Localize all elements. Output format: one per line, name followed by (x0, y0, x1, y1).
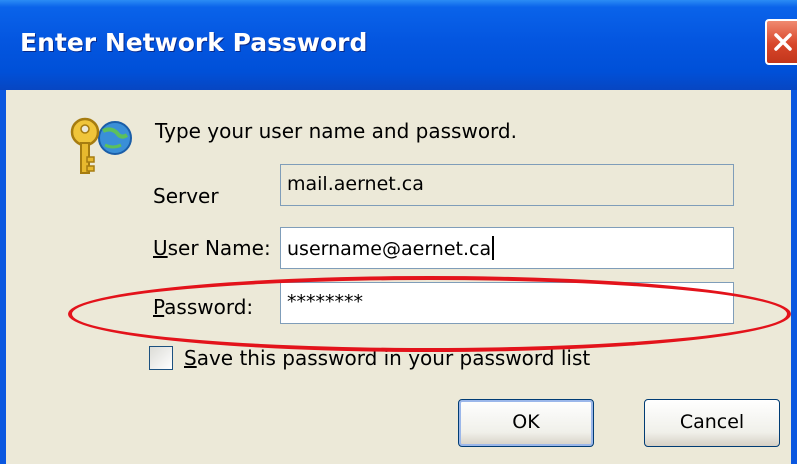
close-button[interactable] (765, 19, 797, 65)
password-label: Password: (153, 295, 254, 319)
dialog-body: Type your user name and password. Server… (6, 90, 791, 464)
username-input[interactable]: username@aernet.ca (280, 227, 734, 269)
key-globe-icon (70, 117, 132, 174)
cancel-button[interactable]: Cancel (644, 399, 780, 447)
text-caret (492, 236, 495, 260)
title-bar[interactable]: Enter Network Password (0, 0, 797, 90)
window-title: Enter Network Password (20, 28, 368, 57)
server-field: mail.aernet.ca (280, 164, 734, 206)
server-label: Server (153, 184, 219, 208)
save-password-label[interactable]: Save this password in your password list (184, 346, 590, 370)
prompt-text: Type your user name and password. (155, 119, 517, 143)
password-value: ******** (287, 291, 363, 313)
username-value: username@aernet.ca (287, 238, 492, 260)
ok-button[interactable]: OK (458, 399, 594, 447)
username-label: User Name: (153, 236, 271, 260)
server-value: mail.aernet.ca (287, 173, 424, 195)
close-icon (774, 33, 792, 51)
password-input[interactable]: ******** (280, 282, 734, 324)
save-password-checkbox[interactable] (149, 346, 173, 370)
network-password-dialog: Enter Network Password Type your user na… (0, 0, 797, 464)
